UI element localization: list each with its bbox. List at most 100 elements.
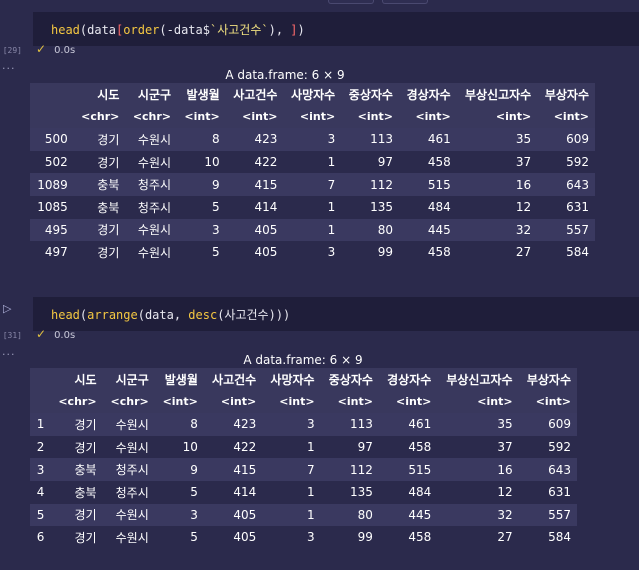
more-dots-icon[interactable]: ··· xyxy=(2,348,16,361)
table-cell: 32 xyxy=(437,503,519,527)
table-cell: 405 xyxy=(225,218,284,242)
column-header: 사고건수 xyxy=(203,368,263,391)
table-cell: 1 xyxy=(262,480,321,504)
code-token: order xyxy=(123,23,160,37)
table-cell: 1 xyxy=(283,150,342,174)
column-type: <chr> xyxy=(125,105,178,129)
table-cell: 12 xyxy=(437,480,519,504)
table-row: 2 경기 수원시 10 422 1 97 458 37 592 xyxy=(30,435,577,459)
table-cell: 경기 xyxy=(73,241,126,264)
code-token: `사고건수` xyxy=(209,23,269,37)
row-index: 495 xyxy=(30,218,74,242)
column-type: <int> xyxy=(225,105,284,129)
column-header: 시군구 xyxy=(125,83,178,106)
table-cell: 584 xyxy=(537,241,595,264)
execution-count: [29] xyxy=(2,46,22,55)
table-cell: 99 xyxy=(320,526,379,549)
table-cell: 9 xyxy=(177,173,226,196)
table-cell: 경기 xyxy=(73,218,126,242)
table-cell: 609 xyxy=(518,413,577,436)
table-cell: 16 xyxy=(456,173,538,196)
run-triangle-icon[interactable]: ▷ xyxy=(3,302,11,315)
check-icon: ✓ xyxy=(36,327,47,341)
column-type: <chr> xyxy=(102,390,155,414)
execution-count: [31] xyxy=(2,331,22,340)
table-cell: 충북 xyxy=(50,480,103,504)
table-cell: 3 xyxy=(262,526,321,549)
code-editor[interactable]: head(data[order(-data$`사고건수`), ]) xyxy=(51,21,305,38)
code-cell-input[interactable]: head(arrange(data, desc(사고건수))) xyxy=(33,297,639,331)
table-cell: 수원시 xyxy=(125,241,178,264)
toolbar-button[interactable] xyxy=(382,0,428,4)
column-header: 부상신고자수 xyxy=(437,368,519,391)
table-cell: 10 xyxy=(154,435,204,459)
table-header-row: 시도 시군구 발생월 사고건수 사망자수 중상자수 경상자수 부상신고자수 부상자수 xyxy=(30,83,595,106)
table-row: 500 경기 수원시 8 423 3 113 461 35 609 xyxy=(30,128,595,151)
table-cell: 경기 xyxy=(50,435,103,459)
dataframe-caption: A data.frame: 6 × 9 xyxy=(243,353,363,367)
table-cell: 3 xyxy=(283,128,342,151)
table-cell: 461 xyxy=(398,128,457,151)
execution-time: 0.0s xyxy=(54,330,76,341)
table-cell: 97 xyxy=(341,150,399,174)
row-index: 502 xyxy=(30,150,74,174)
table-cell: 1 xyxy=(262,435,321,459)
table-type-row: <chr> <chr> <int> <int> <int> <int> <int> <int>… xyxy=(30,390,577,414)
table-cell: 484 xyxy=(378,480,438,504)
table-type-row: <chr> <chr> <int> <int> <int> <int> <int> <int>… xyxy=(30,105,595,129)
table-cell: 445 xyxy=(378,503,438,527)
row-index: 4 xyxy=(30,480,51,504)
table-cell: 37 xyxy=(437,435,519,459)
table-cell: 112 xyxy=(320,458,379,481)
table-cell: 35 xyxy=(456,128,538,151)
table-cell: 1 xyxy=(283,218,342,242)
column-header: 발생월 xyxy=(177,83,226,106)
table-cell: 수원시 xyxy=(125,128,178,151)
column-header: 중상자수 xyxy=(341,83,399,106)
code-token: head xyxy=(51,23,80,37)
table-cell: 수원시 xyxy=(125,218,178,242)
code-token: (-data$ xyxy=(159,23,210,37)
table-cell: 113 xyxy=(341,128,399,151)
table-cell: 3 xyxy=(177,218,226,242)
table-cell: 수원시 xyxy=(102,503,155,527)
table-cell: 99 xyxy=(341,241,399,264)
table-cell: 557 xyxy=(537,218,595,242)
table-cell: 3 xyxy=(283,241,342,264)
table-cell: 27 xyxy=(437,526,519,549)
check-icon: ✓ xyxy=(36,42,47,56)
table-row: 495 경기 수원시 3 405 1 80 445 32 557 xyxy=(30,218,595,242)
column-type: <int> xyxy=(154,390,204,414)
table-cell: 5 xyxy=(177,195,226,219)
table-cell: 405 xyxy=(225,241,284,264)
table-cell: 충북 xyxy=(73,173,126,196)
column-header: 경상자수 xyxy=(398,83,457,106)
more-dots-icon[interactable]: ··· xyxy=(2,62,16,75)
table-cell: 135 xyxy=(341,195,399,219)
table-row: 1 경기 수원시 8 423 3 113 461 35 609 xyxy=(30,413,577,436)
code-editor[interactable]: head(arrange(data, desc(사고건수))) xyxy=(51,306,290,323)
table-cell: 484 xyxy=(398,195,457,219)
table-cell: 27 xyxy=(456,241,538,264)
row-index: 500 xyxy=(30,128,74,151)
table-cell: 592 xyxy=(537,150,595,174)
code-token: head xyxy=(51,308,80,322)
table-cell: 557 xyxy=(518,503,577,527)
column-header: 중상자수 xyxy=(320,368,379,391)
table-cell: 수원시 xyxy=(125,150,178,174)
cell-status: ✓ 0.0s xyxy=(36,327,75,341)
toolbar-strip xyxy=(0,0,639,4)
table-cell: 423 xyxy=(203,413,263,436)
table-cell: 7 xyxy=(283,173,342,196)
row-index: 1085 xyxy=(30,195,74,219)
table-cell: 9 xyxy=(154,458,204,481)
table-cell: 515 xyxy=(398,173,457,196)
code-cell-input[interactable]: head(data[order(-data$`사고건수`), ]) xyxy=(33,12,639,46)
table-cell: 80 xyxy=(341,218,399,242)
toolbar-button[interactable] xyxy=(328,0,374,4)
table-cell: 592 xyxy=(518,435,577,459)
table-header-row: 시도 시군구 발생월 사고건수 사망자수 중상자수 경상자수 부상신고자수 부상자수 xyxy=(30,368,577,391)
table-cell: 37 xyxy=(456,150,538,174)
dataframe-caption: A data.frame: 6 × 9 xyxy=(225,68,345,82)
column-type: <chr> xyxy=(73,105,126,129)
